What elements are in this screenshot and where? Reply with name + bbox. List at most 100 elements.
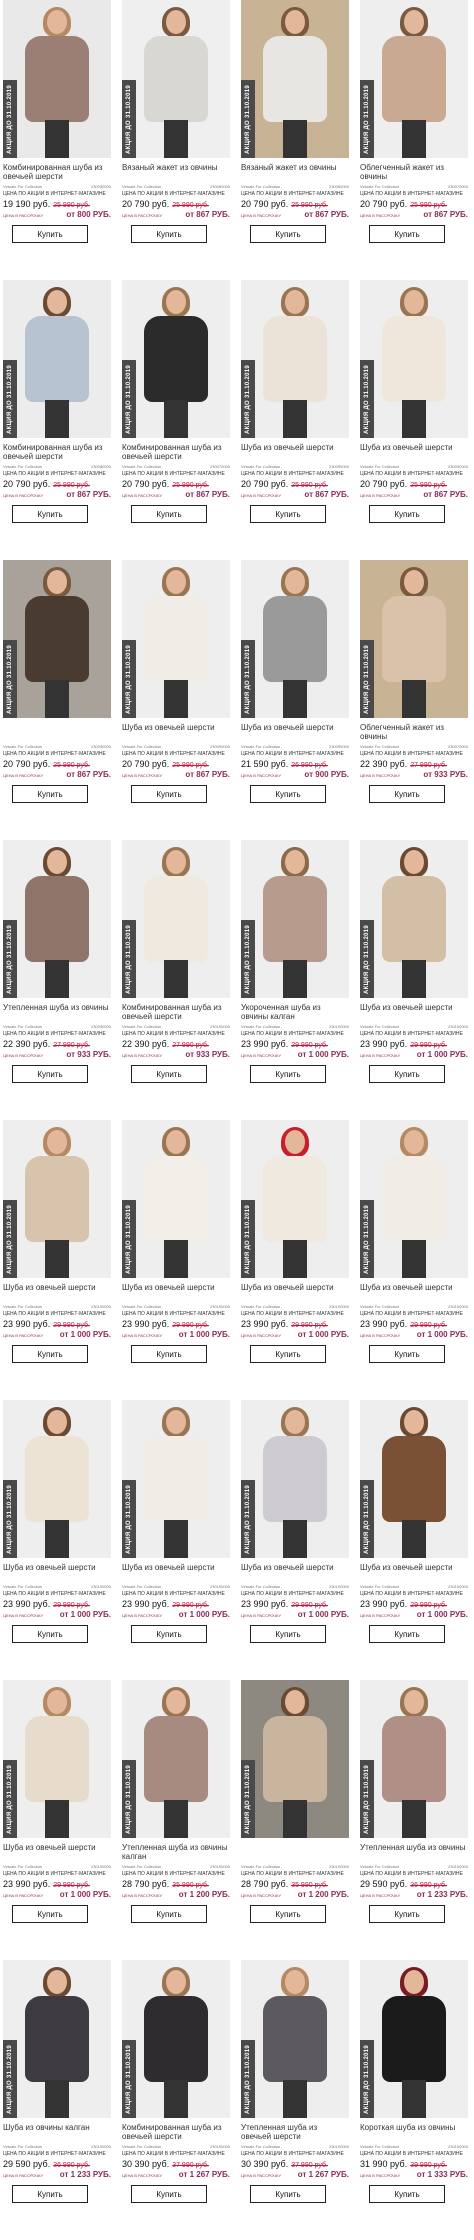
product-title[interactable]: Утепленная шуба из овечьей шерсти: [241, 2123, 349, 2141]
buy-button[interactable]: Купить: [131, 1905, 207, 1923]
price-row: 29 590 руб. 36 990 руб.: [3, 2159, 111, 2169]
buy-button[interactable]: Купить: [250, 505, 326, 523]
product-photo[interactable]: АКЦИЯ ДО 31.10.2019: [241, 840, 349, 998]
product-title[interactable]: Шуба из овечьей шерсти: [241, 1283, 349, 1301]
buy-button[interactable]: Купить: [131, 1345, 207, 1363]
product-title[interactable]: Вязаный жакет из овчины: [241, 163, 349, 181]
product-title[interactable]: Утепленная шуба из овчины: [3, 1003, 111, 1021]
product-title[interactable]: [241, 1843, 349, 1861]
product-title[interactable]: Шуба из овечьей шерсти: [241, 723, 349, 741]
buy-button[interactable]: Купить: [131, 2185, 207, 2203]
product-photo[interactable]: АКЦИЯ ДО 31.10.2019: [122, 1680, 230, 1838]
product-photo[interactable]: АКЦИЯ ДО 31.10.2019: [122, 280, 230, 438]
product-title[interactable]: Комбинированная шуба из овечьей шерсти: [3, 443, 111, 461]
product-title[interactable]: Вязаный жакет из овчины: [122, 163, 230, 181]
product-photo[interactable]: АКЦИЯ ДО 31.10.2019: [360, 280, 468, 438]
product-title[interactable]: Шуба из овечьей шерсти: [360, 443, 468, 461]
buy-button[interactable]: Купить: [369, 225, 445, 243]
product-title[interactable]: Шуба из овечьей шерсти: [3, 1283, 111, 1301]
product-title[interactable]: Облегченный жакет из овчины: [360, 723, 468, 741]
product-title[interactable]: Шуба из овечьей шерсти: [360, 1283, 468, 1301]
product-photo[interactable]: АКЦИЯ ДО 31.10.2019: [241, 1680, 349, 1838]
product-photo[interactable]: АКЦИЯ ДО 31.10.2019: [360, 560, 468, 718]
buy-button[interactable]: Купить: [12, 505, 88, 523]
product-title[interactable]: Облегченный жакет из овчины: [360, 163, 468, 181]
buy-button[interactable]: Купить: [131, 1625, 207, 1643]
buy-button[interactable]: Купить: [131, 225, 207, 243]
product-photo[interactable]: АКЦИЯ ДО 31.10.2019: [241, 1400, 349, 1558]
product-title[interactable]: Шуба из овечьей шерсти: [360, 1563, 468, 1581]
buy-button[interactable]: Купить: [369, 2185, 445, 2203]
buy-button[interactable]: Купить: [369, 1625, 445, 1643]
model-head: [404, 290, 424, 314]
product-title[interactable]: Шуба из овечьей шерсти: [122, 723, 230, 741]
product-photo[interactable]: АКЦИЯ ДО 31.10.2019: [122, 1960, 230, 2118]
product-photo[interactable]: АКЦИЯ ДО 31.10.2019: [3, 280, 111, 438]
buy-button[interactable]: Купить: [131, 785, 207, 803]
model-legs: [45, 680, 69, 718]
product-photo[interactable]: АКЦИЯ ДО 31.10.2019: [360, 840, 468, 998]
buy-button[interactable]: Купить: [369, 505, 445, 523]
product-title[interactable]: Шуба из овечьей шерсти: [241, 443, 349, 461]
product-photo[interactable]: АКЦИЯ ДО 31.10.2019: [360, 1400, 468, 1558]
buy-button[interactable]: Купить: [131, 1065, 207, 1083]
product-title[interactable]: Укороченная шуба из овчины калган: [241, 1003, 349, 1021]
product-title[interactable]: [3, 723, 111, 741]
product-photo[interactable]: АКЦИЯ ДО 31.10.2019: [3, 1680, 111, 1838]
product-title[interactable]: Утепленная шуба из овчины: [360, 1843, 468, 1861]
product-title[interactable]: Шуба из овечьей шерсти: [3, 1563, 111, 1581]
product-title[interactable]: Комбинированная шуба из овечьей шерсти: [122, 443, 230, 461]
product-photo[interactable]: АКЦИЯ ДО 31.10.2019: [360, 1680, 468, 1838]
buy-button[interactable]: Купить: [250, 1625, 326, 1643]
product-photo[interactable]: АКЦИЯ ДО 31.10.2019: [3, 840, 111, 998]
product-photo[interactable]: АКЦИЯ ДО 31.10.2019: [3, 0, 111, 158]
buy-button[interactable]: Купить: [12, 2185, 88, 2203]
buy-button[interactable]: Купить: [12, 225, 88, 243]
product-photo[interactable]: АКЦИЯ ДО 31.10.2019: [122, 1400, 230, 1558]
buy-button[interactable]: Купить: [250, 225, 326, 243]
product-photo[interactable]: АКЦИЯ ДО 31.10.2019: [241, 560, 349, 718]
buy-button[interactable]: Купить: [250, 2185, 326, 2203]
product-photo[interactable]: АКЦИЯ ДО 31.10.2019: [241, 0, 349, 158]
buy-button[interactable]: Купить: [250, 1065, 326, 1083]
product-title[interactable]: Шуба из овечьей шерсти: [241, 1563, 349, 1581]
product-title[interactable]: Короткая шуба из овчины: [360, 2123, 468, 2141]
buy-button[interactable]: Купить: [369, 785, 445, 803]
product-title[interactable]: Комбинированная шуба из овечьей шерсти: [122, 2123, 230, 2141]
buy-button[interactable]: Купить: [12, 1905, 88, 1923]
product-title[interactable]: Комбинированная шуба из овечьей шерсти: [122, 1003, 230, 1021]
product-title[interactable]: Утепленная шуба из овчины калган: [122, 1843, 230, 1861]
buy-button[interactable]: Купить: [131, 505, 207, 523]
product-photo[interactable]: АКЦИЯ ДО 31.10.2019: [241, 1960, 349, 2118]
buy-button[interactable]: Купить: [12, 785, 88, 803]
product-photo[interactable]: АКЦИЯ ДО 31.10.2019: [3, 1400, 111, 1558]
product-title[interactable]: Комбинированная шуба из овечьей шерсти: [3, 163, 111, 181]
product-photo[interactable]: АКЦИЯ ДО 31.10.2019: [122, 840, 230, 998]
product-title[interactable]: Шуба из овечьей шерсти: [3, 1843, 111, 1861]
product-title[interactable]: Шуба из овечьей шерсти: [360, 1003, 468, 1021]
product-title[interactable]: Шуба из овечьей шерсти: [122, 1283, 230, 1301]
old-price: 25 990 руб.: [53, 762, 90, 769]
product-photo[interactable]: АКЦИЯ ДО 31.10.2019: [360, 0, 468, 158]
product-photo[interactable]: АКЦИЯ ДО 31.10.2019: [3, 560, 111, 718]
buy-button[interactable]: Купить: [369, 1345, 445, 1363]
product-title[interactable]: Шуба из овчины калган: [3, 2123, 111, 2141]
buy-button[interactable]: Купить: [250, 1905, 326, 1923]
product-photo[interactable]: АКЦИЯ ДО 31.10.2019: [122, 560, 230, 718]
product-photo[interactable]: АКЦИЯ ДО 31.10.2019: [122, 1120, 230, 1278]
product-title[interactable]: Шуба из овечьей шерсти: [122, 1563, 230, 1581]
product-photo[interactable]: АКЦИЯ ДО 31.10.2019: [241, 280, 349, 438]
buy-button[interactable]: Купить: [12, 1625, 88, 1643]
buy-button[interactable]: Купить: [369, 1905, 445, 1923]
product-photo[interactable]: АКЦИЯ ДО 31.10.2019: [360, 1960, 468, 2118]
buy-button[interactable]: Купить: [12, 1065, 88, 1083]
product-photo[interactable]: АКЦИЯ ДО 31.10.2019: [241, 1120, 349, 1278]
product-photo[interactable]: АКЦИЯ ДО 31.10.2019: [3, 1960, 111, 2118]
product-photo[interactable]: АКЦИЯ ДО 31.10.2019: [122, 0, 230, 158]
product-photo[interactable]: АКЦИЯ ДО 31.10.2019: [360, 1120, 468, 1278]
buy-button[interactable]: Купить: [369, 1065, 445, 1083]
buy-button[interactable]: Купить: [12, 1345, 88, 1363]
buy-button[interactable]: Купить: [250, 785, 326, 803]
product-photo[interactable]: АКЦИЯ ДО 31.10.2019: [3, 1120, 111, 1278]
buy-button[interactable]: Купить: [250, 1345, 326, 1363]
